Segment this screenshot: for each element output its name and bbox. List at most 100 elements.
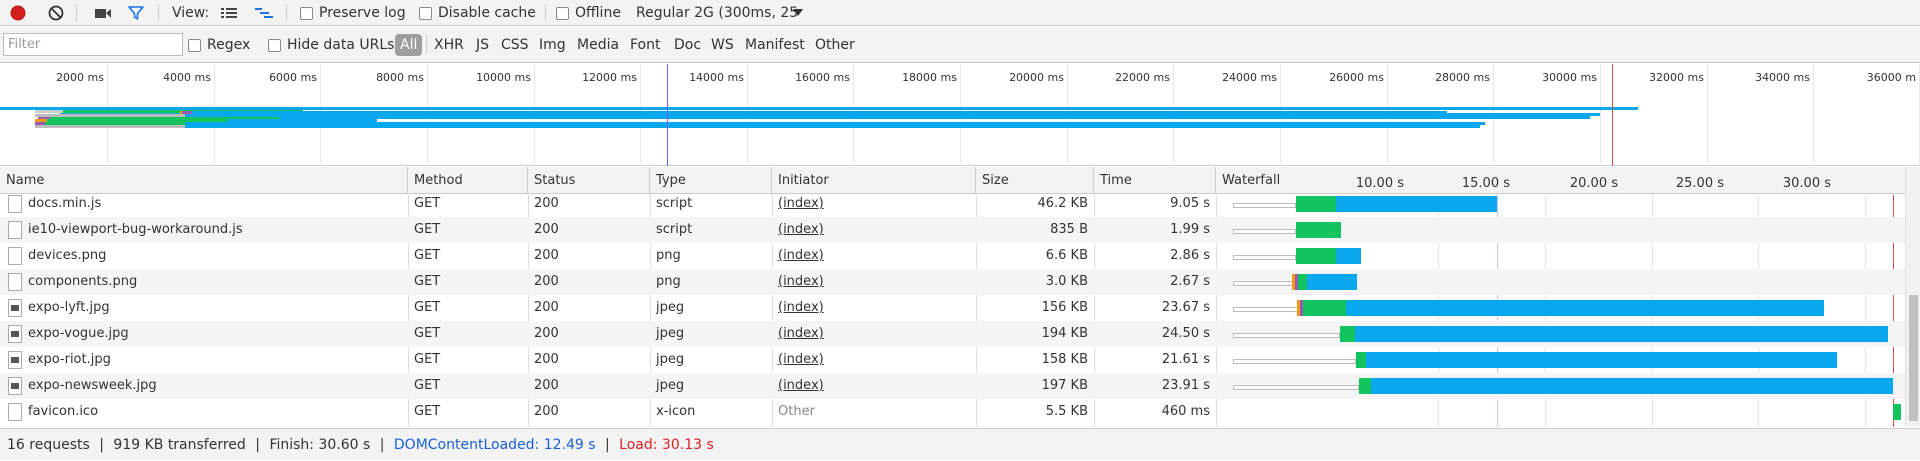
waterfall-tick: 25.00 s	[1675, 176, 1724, 191]
filter-input[interactable]	[3, 33, 183, 56]
waterfall-tick: 15.00 s	[1461, 176, 1510, 191]
filter-type-all[interactable]: All	[395, 34, 423, 56]
preserve-log-checkbox[interactable]: Preserve log	[300, 0, 406, 26]
name-cell[interactable]: favicon.ico	[0, 399, 408, 425]
filter-type-manifest[interactable]: Manifest	[741, 34, 809, 56]
waterfall-queue-bar	[1233, 359, 1356, 364]
column-header-time[interactable]: Time	[1094, 167, 1216, 194]
checkbox-box[interactable]	[268, 38, 281, 52]
checkbox-box[interactable]	[419, 6, 432, 20]
column-header-type[interactable]: Type	[650, 167, 772, 194]
overview-tick-label: 2000 ms	[56, 71, 104, 84]
request-time: 23.67 s	[1161, 300, 1210, 315]
request-size: 6.6 KB	[1045, 248, 1088, 263]
large-rows-icon[interactable]	[220, 0, 238, 26]
request-method: GET	[414, 326, 441, 341]
request-initiator[interactable]: (index)	[772, 191, 976, 217]
request-row[interactable]: expo-lyft.jpg GET 200 jpeg (index) 156 KB 23.6…	[0, 295, 1920, 321]
request-initiator[interactable]: (index)	[772, 295, 976, 321]
name-cell[interactable]: docs.min.js	[0, 191, 408, 217]
toolbar-divider	[158, 4, 159, 22]
record-icon[interactable]	[10, 0, 26, 26]
filter-type-media[interactable]: Media	[573, 34, 623, 56]
overview-tick-label: 26000 ms	[1329, 71, 1384, 84]
filter-type-ws[interactable]: WS	[707, 34, 738, 56]
overview-tick-label: 6000 ms	[269, 71, 317, 84]
filter-type-img[interactable]: Img	[535, 34, 570, 56]
waterfall-download-bar	[1307, 274, 1357, 290]
request-row[interactable]: expo-vogue.jpg GET 200 jpeg (index) 194 KB 24.…	[0, 321, 1920, 347]
filter-icon[interactable]	[128, 0, 144, 26]
request-row[interactable]: expo-riot.jpg GET 200 jpeg (index) 158 KB 21.6…	[0, 347, 1920, 373]
column-header-initiator[interactable]: Initiator	[772, 167, 976, 194]
checkbox-box[interactable]	[556, 6, 569, 20]
overview-tick-label: 34000 ms	[1755, 71, 1810, 84]
name-cell[interactable]: expo-riot.jpg	[0, 347, 408, 373]
request-method: GET	[414, 378, 441, 393]
request-row[interactable]: devices.png GET 200 png (index) 6.6 KB 2.86 s	[0, 243, 1920, 269]
regex-checkbox[interactable]: Regex	[188, 31, 250, 59]
request-name: expo-newsweek.jpg	[28, 378, 157, 393]
name-cell[interactable]: components.png	[0, 269, 408, 295]
name-cell[interactable]: ie10-viewport-bug-workaround.js	[0, 217, 408, 243]
status-separator: |	[255, 437, 260, 453]
table-scrollbar[interactable]	[1905, 167, 1920, 427]
request-row[interactable]: docs.min.js GET 200 script (index) 46.2 KB 9.0…	[0, 191, 1920, 217]
column-header-size[interactable]: Size	[976, 167, 1094, 194]
column-header-method[interactable]: Method	[408, 167, 528, 194]
request-initiator[interactable]: (index)	[772, 269, 976, 295]
request-row[interactable]: ie10-viewport-bug-workaround.js GET 200 scr…	[0, 217, 1920, 243]
waterfall-download-bar	[1355, 326, 1888, 342]
filter-type-font[interactable]: Font	[626, 34, 664, 56]
name-cell[interactable]: expo-newsweek.jpg	[0, 373, 408, 399]
request-name: expo-vogue.jpg	[28, 326, 129, 341]
request-row[interactable]: expo-newsweek.jpg GET 200 jpeg (index) 197 KB…	[0, 373, 1920, 399]
request-initiator[interactable]: (index)	[772, 373, 976, 399]
overview-icon[interactable]	[254, 0, 274, 26]
finish-time: Finish: 30.60 s	[269, 437, 371, 453]
disable-cache-checkbox[interactable]: Disable cache	[419, 0, 536, 26]
request-initiator[interactable]: (index)	[772, 217, 976, 243]
overview-tick-label: 12000 ms	[582, 71, 637, 84]
status-bar: 16 requests | 919 KB transferred | Finis…	[0, 428, 1920, 460]
request-type: script	[656, 222, 693, 237]
overview-request-bar	[185, 125, 1480, 128]
capture-screenshots-icon[interactable]	[94, 0, 112, 26]
name-cell[interactable]: expo-vogue.jpg	[0, 321, 408, 347]
request-size: 46.2 KB	[1037, 196, 1088, 211]
column-header-status[interactable]: Status	[528, 167, 650, 194]
filter-type-xhr[interactable]: XHR	[430, 34, 468, 56]
request-status: 200	[534, 404, 559, 419]
request-size: 835 B	[1050, 222, 1088, 237]
filter-type-css[interactable]: CSS	[497, 34, 533, 56]
name-cell[interactable]: expo-lyft.jpg	[0, 295, 408, 321]
request-time: 2.86 s	[1170, 248, 1210, 263]
scrollbar-thumb[interactable]	[1909, 295, 1918, 421]
request-name: expo-lyft.jpg	[28, 300, 110, 315]
dropdown-arrow-icon[interactable]	[792, 0, 804, 26]
request-initiator[interactable]: (index)	[772, 321, 976, 347]
throttling-select[interactable]: Regular 2G (300ms, 25	[636, 0, 812, 26]
status-separator: |	[605, 437, 610, 453]
checkbox-box[interactable]	[188, 38, 201, 52]
waterfall-download-bar	[1336, 196, 1497, 212]
request-initiator[interactable]: (index)	[772, 347, 976, 373]
request-method: GET	[414, 274, 441, 289]
request-row[interactable]: components.png GET 200 png (index) 3.0 KB 2.67…	[0, 269, 1920, 295]
request-initiator[interactable]: (index)	[772, 243, 976, 269]
checkbox-box[interactable]	[300, 6, 313, 20]
column-header-name[interactable]: Name	[0, 167, 408, 194]
hide-data-urls-checkbox[interactable]: Hide data URLs	[268, 31, 394, 59]
overview-request-bar	[185, 114, 1447, 117]
name-cell[interactable]: devices.png	[0, 243, 408, 269]
request-initiator: Other	[778, 404, 815, 419]
offline-checkbox[interactable]: Offline	[556, 0, 621, 26]
request-size: 156 KB	[1041, 300, 1088, 315]
filter-type-js[interactable]: JS	[472, 34, 493, 56]
filter-type-other[interactable]: Other	[811, 34, 859, 56]
clear-icon[interactable]	[48, 0, 64, 26]
timeline-overview[interactable]: 2000 ms 4000 ms 6000 ms 8000 ms 10000 ms 1200…	[0, 64, 1920, 166]
request-type: png	[656, 274, 681, 289]
filter-type-doc[interactable]: Doc	[670, 34, 705, 56]
request-row[interactable]: favicon.ico GET 200 x-icon Other 5.5 KB 460 ms	[0, 399, 1920, 425]
